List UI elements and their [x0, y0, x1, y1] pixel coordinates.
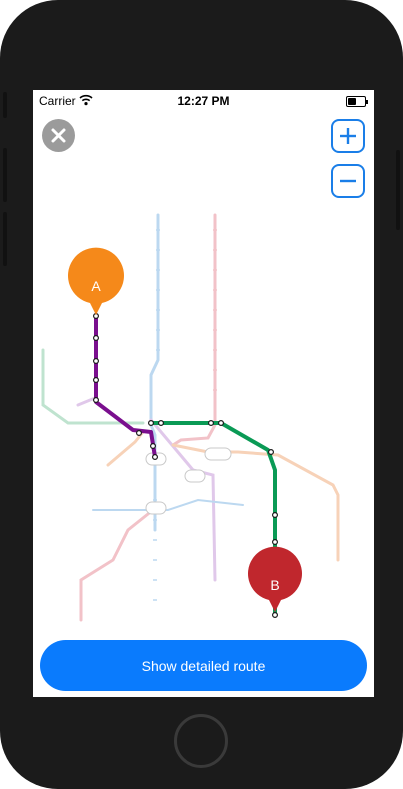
- marker-a[interactable]: A: [68, 247, 124, 315]
- power-button: [396, 150, 400, 230]
- volume-down-button: [3, 212, 7, 266]
- active-route: [94, 313, 277, 617]
- app-screen: Carrier 12:27 PM A B Show detailed route: [33, 90, 374, 697]
- line-orange-faded-stub: [106, 430, 145, 467]
- zoom-in-button[interactable]: [331, 119, 365, 153]
- line-orange-faded: [171, 443, 340, 562]
- plus-icon: [340, 128, 356, 144]
- marker-b[interactable]: B: [248, 546, 302, 612]
- route-purple-segment: [94, 313, 157, 459]
- metro-map[interactable]: A B: [33, 170, 374, 640]
- line-green-faded: [41, 348, 145, 425]
- line-purple-faded-stub: [76, 396, 97, 407]
- volume-up-button: [3, 148, 7, 202]
- show-detailed-route-button[interactable]: Show detailed route: [40, 640, 367, 691]
- phone-frame: Carrier 12:27 PM A B Show detailed route: [0, 0, 403, 789]
- line-pink-faded-sw: [79, 508, 155, 622]
- home-button[interactable]: [174, 714, 228, 768]
- marker-a-label: A: [91, 278, 101, 294]
- marker-b-label: B: [270, 577, 279, 593]
- close-icon: [51, 128, 66, 143]
- line-red-faded: [171, 213, 217, 447]
- line-lightblue-faded: [92, 498, 244, 511]
- line-blue-faded: [149, 213, 160, 532]
- close-button[interactable]: [42, 119, 75, 152]
- clock: 12:27 PM: [177, 94, 230, 108]
- status-bar: Carrier 12:27 PM: [33, 90, 374, 112]
- battery-icon: [346, 96, 368, 107]
- mute-switch: [3, 92, 7, 118]
